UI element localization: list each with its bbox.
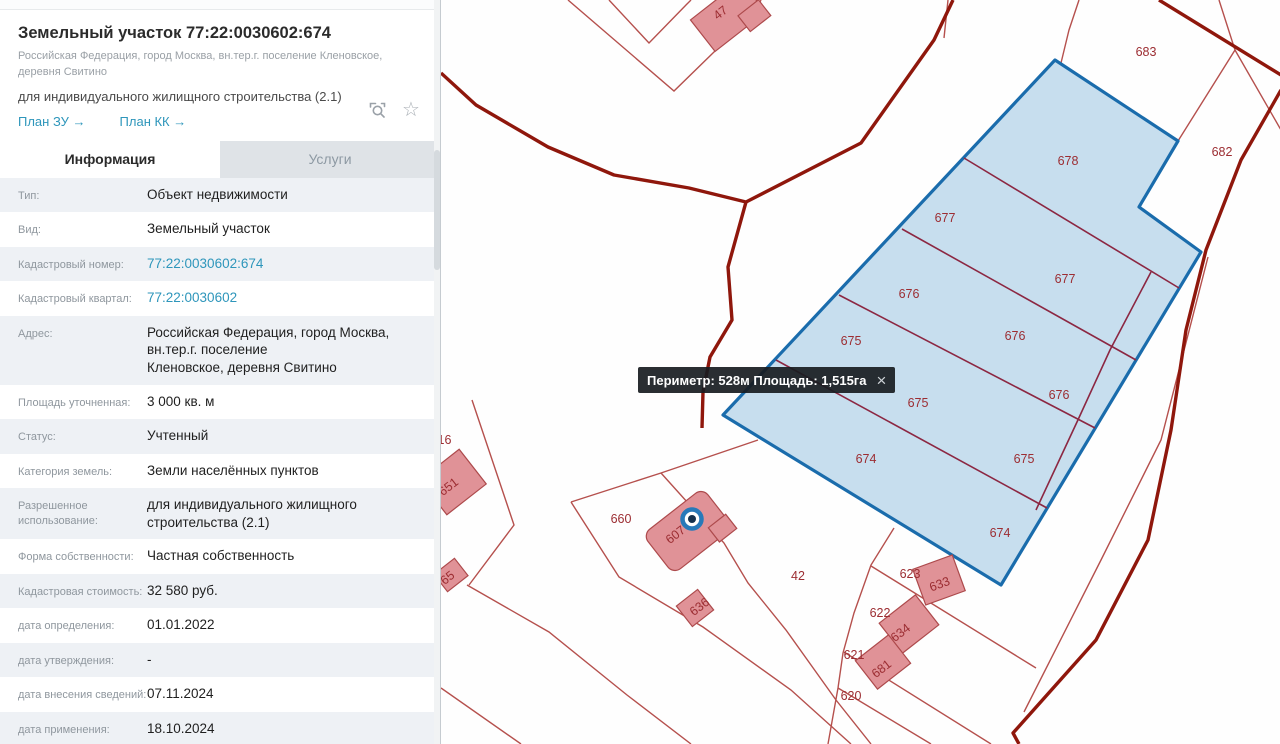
- parcel-label: 675: [908, 396, 929, 410]
- parcel-label: 677: [1055, 272, 1076, 286]
- table-row: Кадастровая стоимость:32 580 руб.: [0, 574, 440, 609]
- table-row: Статус:Учтенный: [0, 419, 440, 454]
- parcel-label: 678: [1058, 154, 1079, 168]
- selected-parcel-polygon[interactable]: [723, 60, 1201, 585]
- table-row: Разрешенное использование:для индивидуал…: [0, 488, 440, 539]
- header-icons: ☆: [366, 99, 422, 121]
- location-marker-icon[interactable]: [683, 510, 702, 529]
- parcel-label: 660: [611, 512, 632, 526]
- plan-link-1[interactable]: План КК →: [120, 114, 187, 129]
- parcel-label: 676: [1005, 329, 1026, 343]
- row-value: 07.11.2024: [147, 685, 440, 703]
- row-value-link[interactable]: 77:22:0030602:674: [147, 255, 440, 273]
- table-row: Категория земель:Земли населённых пункто…: [0, 454, 440, 489]
- measurement-tooltip: Периметр: 528м Площадь: 1,515га ×: [638, 367, 895, 393]
- row-label: Кадастровый квартал:: [0, 289, 147, 307]
- row-label: Тип:: [0, 186, 147, 204]
- row-value: Земли населённых пунктов: [147, 462, 440, 480]
- plan-links: План ЗУ → План КК →: [18, 114, 422, 129]
- parcel-label: 675: [1014, 452, 1035, 466]
- panel-top-strip: [0, 0, 440, 10]
- table-row: Адрес:Российская Федерация, город Москва…: [0, 316, 440, 385]
- row-label: дата утверждения:: [0, 651, 147, 669]
- cadastral-app: Земельный участок 77:22:0030602:674 Росс…: [0, 0, 1280, 744]
- parcel-label: 616: [441, 433, 451, 447]
- building-607[interactable]: [643, 487, 737, 577]
- table-row: дата применения:18.10.2024: [0, 712, 440, 744]
- parcel-address-subtitle: Российская Федерация, город Москва, вн.т…: [18, 49, 422, 81]
- parcel-label: 682: [1212, 145, 1233, 159]
- row-value-link[interactable]: 77:22:0030602: [147, 289, 440, 307]
- tab-services[interactable]: Услуги: [220, 141, 440, 178]
- plan-link-0[interactable]: План ЗУ →: [18, 114, 86, 129]
- parcel-label: 620: [841, 689, 862, 703]
- star-icon[interactable]: ☆: [400, 99, 422, 121]
- close-icon[interactable]: ×: [876, 372, 886, 389]
- row-label: Кадастровый номер:: [0, 255, 147, 273]
- parcel-label: 676: [1049, 388, 1070, 402]
- preview-document-icon[interactable]: [366, 99, 388, 121]
- row-label: Кадастровая стоимость:: [0, 582, 147, 600]
- table-row: дата внесения сведений:07.11.2024: [0, 677, 440, 712]
- parcel-label: 676: [899, 287, 920, 301]
- table-row: дата утверждения:-: [0, 643, 440, 678]
- permitted-use-line: для индивидуального жилищного строительс…: [18, 89, 422, 104]
- table-row: Кадастровый квартал:77:22:0030602: [0, 281, 440, 316]
- row-label: Категория земель:: [0, 462, 147, 480]
- row-label: Форма собственности:: [0, 547, 147, 565]
- page-title: Земельный участок 77:22:0030602:674: [18, 18, 422, 43]
- parcel-label: 622: [870, 606, 891, 620]
- parcel-header: Земельный участок 77:22:0030602:674 Росс…: [0, 10, 440, 129]
- row-value: Учтенный: [147, 427, 440, 445]
- tab-information[interactable]: Информация: [0, 141, 220, 178]
- parcel-label: 677: [935, 211, 956, 225]
- row-label: Статус:: [0, 427, 147, 445]
- table-row: Форма собственности:Частная собственност…: [0, 539, 440, 574]
- table-row: Вид:Земельный участок: [0, 212, 440, 247]
- row-label: Разрешенное использование:: [0, 496, 147, 529]
- row-label: дата применения:: [0, 720, 147, 738]
- measurement-tooltip-text: Периметр: 528м Площадь: 1,515га: [647, 373, 866, 388]
- parcel-label: 621: [844, 648, 865, 662]
- parcel-label: 675: [841, 334, 862, 348]
- table-row: Кадастровый номер:77:22:0030602:674: [0, 247, 440, 282]
- parcel-label: 674: [990, 526, 1011, 540]
- parcel-label: 683: [1136, 45, 1157, 59]
- table-row: Площадь уточненная:3 000 кв. м: [0, 385, 440, 420]
- parcel-info-panel: Земельный участок 77:22:0030602:674 Росс…: [0, 0, 440, 744]
- panel-tabs: ИнформацияУслуги: [0, 141, 440, 178]
- row-label: дата внесения сведений:: [0, 685, 147, 703]
- row-value: Российская Федерация, город Москва, вн.т…: [147, 324, 440, 377]
- row-label: Вид:: [0, 220, 147, 238]
- parcel-label: 674: [856, 452, 877, 466]
- row-value: Объект недвижимости: [147, 186, 440, 204]
- row-label: Адрес:: [0, 324, 147, 342]
- building-47[interactable]: [690, 0, 770, 56]
- row-label: дата определения:: [0, 616, 147, 634]
- row-value: 18.10.2024: [147, 720, 440, 738]
- table-row: дата определения:01.01.2022: [0, 608, 440, 643]
- row-value: 01.01.2022: [147, 616, 440, 634]
- row-label: Площадь уточненная:: [0, 393, 147, 411]
- table-row: Тип:Объект недвижимости: [0, 178, 440, 213]
- parcel-label: 42: [791, 569, 805, 583]
- cadastral-map[interactable]: 4768368267867767767667667667567567567467…: [440, 0, 1280, 744]
- row-value: -: [147, 651, 440, 669]
- row-value: для индивидуального жилищного строительс…: [147, 496, 440, 531]
- info-rows: Тип:Объект недвижимостиВид:Земельный уча…: [0, 178, 440, 744]
- row-value: 3 000 кв. м: [147, 393, 440, 411]
- row-value: 32 580 руб.: [147, 582, 440, 600]
- row-value: Частная собственность: [147, 547, 440, 565]
- row-value: Земельный участок: [147, 220, 440, 238]
- parcel-label: 623: [900, 567, 921, 581]
